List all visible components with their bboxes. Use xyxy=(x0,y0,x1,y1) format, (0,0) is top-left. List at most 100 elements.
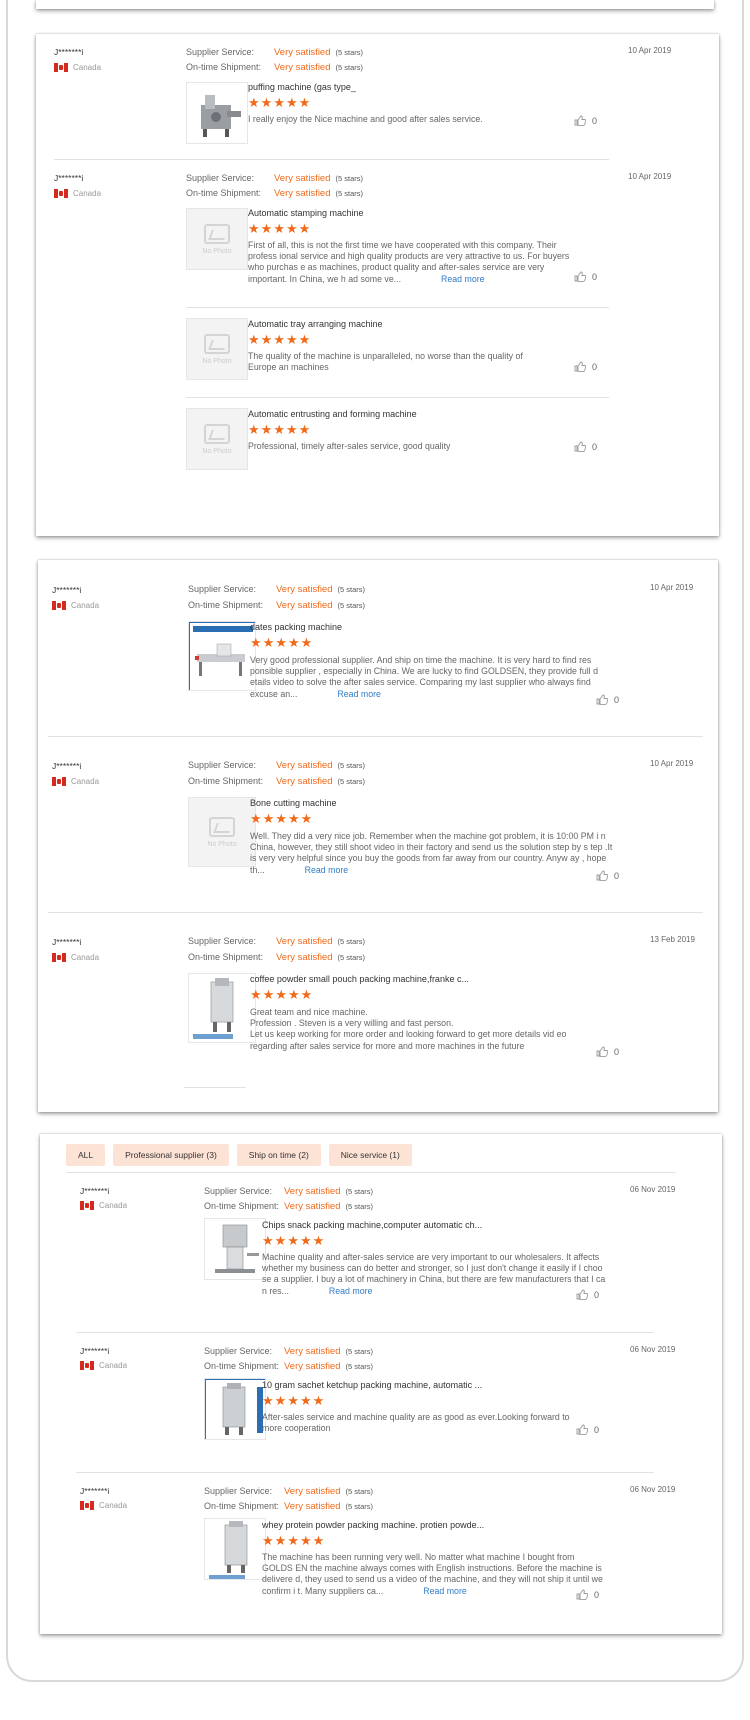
star-icon: ★ xyxy=(250,635,262,650)
star-icon: ★ xyxy=(299,1533,312,1548)
canada-flag-icon xyxy=(52,777,66,786)
product-title[interactable]: coffee powder small pouch packing machin… xyxy=(250,974,469,984)
product-title[interactable]: Automatic entrusting and forming machine xyxy=(248,409,417,419)
supplier-service-rating: Supplier Service: Very satisfied (5 stars) xyxy=(188,760,366,771)
product-thumbnail[interactable] xyxy=(188,973,256,1043)
like-count: 0 xyxy=(592,441,598,452)
like-count: 0 xyxy=(594,1589,600,1600)
reviewer-name: J*******i xyxy=(52,761,82,771)
thumbs-up-icon xyxy=(574,441,586,452)
star-icon: ★ xyxy=(262,811,275,826)
like-button[interactable]: 0 xyxy=(596,1046,619,1057)
review-date: 10 Apr 2019 xyxy=(650,759,694,768)
review-filter-bar: ALL Professional supplier (3) Ship on ti… xyxy=(66,1144,412,1166)
ontime-shipment-rating: On-time Shipment: Very satisfied (5 stars) xyxy=(204,1361,374,1372)
star-icon: ★ xyxy=(275,987,287,1002)
reviewer-country: Canada xyxy=(54,63,101,72)
thumbs-up-icon xyxy=(596,870,608,881)
thumbs-up-icon xyxy=(596,694,608,705)
review-date: 06 Nov 2019 xyxy=(630,1345,676,1354)
review-card-1: J*******i Canada Supplier Service: Very s… xyxy=(36,34,719,536)
like-button[interactable]: 0 xyxy=(574,361,597,372)
like-button[interactable]: 0 xyxy=(576,1589,599,1600)
review-text: After-sales service and machine quality … xyxy=(262,1412,570,1434)
supplier-service-rating: Supplier Service: Very satisfied (5 stars) xyxy=(204,1486,374,1497)
canada-flag-icon xyxy=(54,63,68,72)
like-button[interactable]: 0 xyxy=(576,1289,599,1300)
canada-flag-icon xyxy=(80,1361,94,1370)
dates-packing-machine-image xyxy=(189,622,255,690)
supplier-service-rating: Supplier Service: Very satisfied (5 stars) xyxy=(204,1346,374,1357)
read-more-link[interactable]: Read more xyxy=(337,689,381,699)
read-more-link[interactable]: Read more xyxy=(329,1286,373,1296)
product-rating-stars: ★ ★ ★ ★ ★ xyxy=(248,333,310,346)
product-thumbnail[interactable] xyxy=(204,1518,266,1580)
read-more-link[interactable]: Read more xyxy=(423,1586,467,1596)
like-count: 0 xyxy=(592,361,598,372)
like-button[interactable]: 0 xyxy=(574,115,597,126)
product-thumbnail[interactable] xyxy=(204,1218,266,1280)
filter-nice-service[interactable]: Nice service (1) xyxy=(328,1144,412,1166)
product-title[interactable]: whey protein powder packing machine. pro… xyxy=(262,1520,484,1530)
like-button[interactable]: 0 xyxy=(576,1424,599,1435)
like-button[interactable]: 0 xyxy=(596,694,619,705)
product-thumbnail[interactable] xyxy=(188,621,256,691)
star-icon: ★ xyxy=(262,987,275,1002)
product-thumbnail[interactable]: No Photo xyxy=(186,408,248,470)
product-title[interactable]: Bone cutting machine xyxy=(250,798,337,808)
read-more-link[interactable]: Read more xyxy=(441,274,485,284)
supplier-service-rating: Supplier Service: Very satisfied (5 stars) xyxy=(188,584,366,595)
review-date: 10 Apr 2019 xyxy=(650,583,694,592)
product-title[interactable]: Chips snack packing machine,computer aut… xyxy=(262,1220,482,1230)
image-placeholder-icon xyxy=(209,816,235,837)
review-date: 06 Nov 2019 xyxy=(630,1485,676,1494)
review-divider xyxy=(184,1087,246,1088)
like-count: 0 xyxy=(592,271,598,282)
filter-professional-supplier[interactable]: Professional supplier (3) xyxy=(113,1144,229,1166)
star-icon: ★ xyxy=(287,1393,299,1408)
product-thumbnail[interactable]: No Photo xyxy=(188,797,256,867)
like-count: 0 xyxy=(614,1046,620,1057)
star-icon: ★ xyxy=(273,221,285,236)
product-thumbnail[interactable] xyxy=(186,82,248,144)
supplier-service-rating: Supplier Service: Very satisfied (5 stars) xyxy=(186,47,364,58)
product-divider xyxy=(186,397,609,398)
read-more-link[interactable]: Read more xyxy=(305,865,349,875)
star-icon: ★ xyxy=(273,422,285,437)
ontime-shipment-rating: On-time Shipment: Very satisfied (5 stars) xyxy=(204,1501,374,1512)
star-icon: ★ xyxy=(260,422,273,437)
reviewer-name: J*******i xyxy=(54,47,84,57)
review-date: 10 Apr 2019 xyxy=(628,46,672,55)
product-thumbnail[interactable]: No Photo xyxy=(186,318,248,380)
product-title[interactable]: dates packing machine xyxy=(250,622,342,632)
star-icon: ★ xyxy=(285,221,298,236)
ontime-shipment-rating: On-time Shipment: Very satisfied (5 stars) xyxy=(188,776,366,787)
reviewer-name: J*******i xyxy=(80,1346,110,1356)
product-title[interactable]: 10 gram sachet ketchup packing machine, … xyxy=(262,1380,482,1390)
star-icon: ★ xyxy=(274,1533,287,1548)
canada-flag-icon xyxy=(52,953,66,962)
reviewer-country: Canada xyxy=(80,1201,127,1210)
like-count: 0 xyxy=(614,694,620,705)
reviewer-name: J*******i xyxy=(52,937,82,947)
like-button[interactable]: 0 xyxy=(574,441,597,452)
star-icon: ★ xyxy=(260,95,273,110)
review-text: Great team and nice machine. Profession … xyxy=(250,1007,567,1051)
product-thumbnail[interactable]: No Photo xyxy=(186,208,248,270)
product-thumbnail[interactable] xyxy=(204,1378,266,1440)
supplier-service-rating: Supplier Service: Very satisfied (5 stars) xyxy=(186,173,364,184)
review-divider xyxy=(54,159,609,160)
star-icon: ★ xyxy=(287,1233,299,1248)
like-button[interactable]: 0 xyxy=(574,271,597,282)
filter-ship-on-time[interactable]: Ship on time (2) xyxy=(236,1144,321,1166)
product-title[interactable]: Automatic stamping machine xyxy=(248,208,364,218)
reviewer-country: Canada xyxy=(80,1501,127,1510)
star-icon: ★ xyxy=(250,811,262,826)
filter-all[interactable]: ALL xyxy=(66,1144,106,1166)
product-title[interactable]: puffing machine (gas type_ xyxy=(248,82,356,92)
like-button[interactable]: 0 xyxy=(596,870,619,881)
product-title[interactable]: Automatic tray arranging machine xyxy=(248,319,383,329)
supplier-service-rating: Supplier Service: Very satisfied (5 stars) xyxy=(204,1186,374,1197)
star-icon: ★ xyxy=(312,1393,325,1408)
image-placeholder-icon xyxy=(204,333,230,354)
